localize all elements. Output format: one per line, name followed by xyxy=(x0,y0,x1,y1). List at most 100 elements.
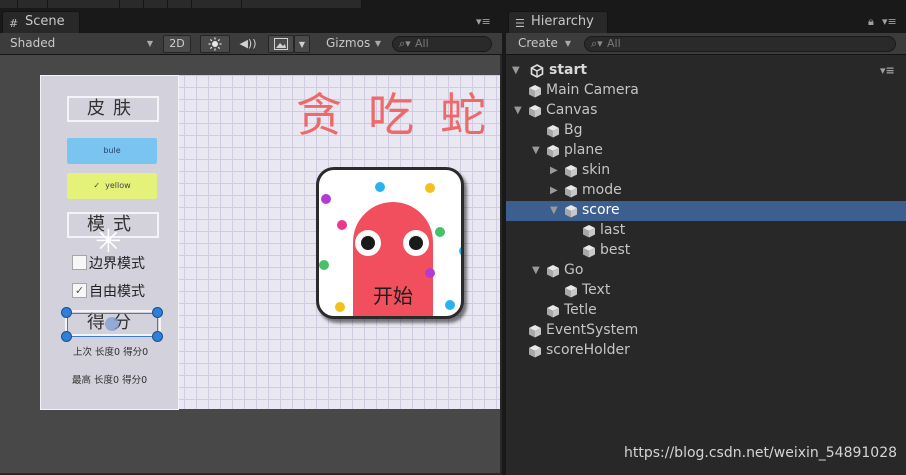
game-title: 贪吃蛇 xyxy=(296,88,500,142)
scene-root-row[interactable]: ▼ start ▾≡ xyxy=(506,61,906,81)
start-button[interactable]: 开始 xyxy=(316,167,464,319)
check-icon: ✓ xyxy=(74,284,85,297)
image-icon xyxy=(274,38,288,50)
blue-skin-button-label: bule xyxy=(103,146,121,155)
gizmos-dropdown[interactable]: Gizmos ▼ xyxy=(320,35,386,53)
hierarchy-row-label: Bg xyxy=(564,122,583,138)
hierarchy-row-label: mode xyxy=(582,182,622,198)
hierarchy-row[interactable]: Tetle xyxy=(506,301,906,321)
rect-handle-bottom-right[interactable] xyxy=(152,331,163,342)
collapse-arrow-icon[interactable]: ▼ xyxy=(550,205,558,216)
effects-toggle[interactable] xyxy=(268,35,294,53)
gameobject-cube-icon xyxy=(529,105,541,118)
hierarchy-row[interactable]: scoreHolder xyxy=(506,341,906,361)
rect-handle-top-left[interactable] xyxy=(61,307,72,318)
hash-grid-icon: # xyxy=(9,17,19,30)
rect-handle-bottom-left[interactable] xyxy=(61,331,72,342)
candy-dot xyxy=(425,183,435,193)
check-icon: ✓ xyxy=(93,181,101,190)
pivot-handle[interactable] xyxy=(105,317,119,331)
hierarchy-row[interactable]: ▼ score xyxy=(506,201,906,221)
hierarchy-tabbar: ☰ Hierarchy 🔒︎ ▾≡ xyxy=(506,8,906,33)
collapse-arrow-icon[interactable]: ▼ xyxy=(532,145,540,156)
hierarchy-row[interactable]: best xyxy=(506,241,906,261)
lighting-toggle[interactable] xyxy=(200,35,230,53)
blue-skin-button[interactable]: bule xyxy=(67,138,157,164)
effects-dropdown[interactable]: ▼ xyxy=(294,35,310,53)
expand-arrow-icon[interactable]: ▶ xyxy=(550,165,558,176)
create-dropdown[interactable]: Create ▼ xyxy=(512,35,576,53)
hierarchy-panel: ☰ Hierarchy 🔒︎ ▾≡ Create ▼ ⌕▾ All ▼ star… xyxy=(506,8,906,475)
gameobject-cube-icon xyxy=(547,265,559,278)
gameobject-cube-icon xyxy=(565,185,577,198)
hierarchy-row-label: Tetle xyxy=(564,302,597,318)
hierarchy-row[interactable]: ▼ Go xyxy=(506,261,906,281)
dropdown-caret-icon: ▼ xyxy=(146,39,153,48)
tab-scene[interactable]: # Scene xyxy=(2,11,80,33)
panel-menu-icon[interactable]: ▾≡ xyxy=(882,15,897,28)
candy-dot xyxy=(425,268,435,278)
scene-search-input[interactable]: ⌕▾ All xyxy=(392,36,492,52)
watermark-text: https://blog.csdn.net/weixin_54891028 xyxy=(624,445,898,461)
hierarchy-row[interactable]: Main Camera xyxy=(506,81,906,101)
hierarchy-row-label: plane xyxy=(564,142,603,158)
hierarchy-row[interactable]: Text xyxy=(506,281,906,301)
hierarchy-row-label: skin xyxy=(582,162,611,178)
border-mode-checkbox[interactable] xyxy=(72,255,87,270)
hierarchy-search-input[interactable]: ⌕▾ All xyxy=(584,36,896,52)
search-icon: ⌕▾ xyxy=(591,37,603,50)
tab-scene-label: Scene xyxy=(25,14,65,29)
free-mode-checkbox[interactable]: ✓ xyxy=(72,283,87,298)
tab-hierarchy[interactable]: ☰ Hierarchy xyxy=(508,11,608,33)
rect-handle-top-right[interactable] xyxy=(152,307,163,318)
gameobject-cube-icon xyxy=(565,165,577,178)
unity-scene-icon xyxy=(530,64,544,78)
lock-icon[interactable]: 🔒︎ xyxy=(868,15,874,29)
dropdown-caret-icon: ▼ xyxy=(298,40,306,49)
hierarchy-row-label: score xyxy=(582,202,620,218)
hierarchy-row-label: Canvas xyxy=(546,102,598,118)
candy-dot xyxy=(337,220,347,230)
hierarchy-row[interactable]: EventSystem xyxy=(506,321,906,341)
last-score-text: 上次 长度0 得分0 xyxy=(73,347,149,358)
gameobject-cube-icon xyxy=(529,345,541,358)
hierarchy-row[interactable]: ▼ Canvas xyxy=(506,101,906,121)
hierarchy-row[interactable]: ▶ mode xyxy=(506,181,906,201)
hierarchy-row[interactable]: ▼ plane xyxy=(506,141,906,161)
gizmos-label: Gizmos xyxy=(326,36,371,50)
shading-mode-dropdown[interactable]: Shaded ▼ xyxy=(4,35,158,53)
snake-eye xyxy=(355,230,381,256)
collapse-arrow-icon[interactable]: ▼ xyxy=(514,105,522,116)
audio-toggle[interactable]: ◀)) xyxy=(234,35,262,53)
mode-2d-toggle[interactable]: 2D xyxy=(163,35,191,53)
gameobject-cube-icon xyxy=(547,145,559,158)
scene-menu-icon[interactable]: ▾≡ xyxy=(880,64,895,77)
candy-dot xyxy=(375,182,385,192)
hierarchy-toolbar: Create ▼ ⌕▾ All xyxy=(506,33,906,55)
start-button-label: 开始 xyxy=(373,284,413,308)
speaker-icon: ◀)) xyxy=(239,37,257,50)
gameobject-cube-icon xyxy=(583,225,595,238)
hierarchy-row[interactable]: last xyxy=(506,221,906,241)
scene-search-placeholder: All xyxy=(415,37,429,50)
yellow-skin-button[interactable]: ✓ yellow xyxy=(67,173,157,199)
hierarchy-row[interactable]: ▶ skin xyxy=(506,161,906,181)
candy-dot xyxy=(459,246,461,256)
free-mode-label: 自由模式 xyxy=(89,284,145,300)
hierarchy-row-label: last xyxy=(600,222,626,238)
panel-menu-icon[interactable]: ▾≡ xyxy=(476,15,491,28)
collapse-arrow-icon[interactable]: ▼ xyxy=(532,265,540,276)
expand-arrow-icon[interactable]: ▼ xyxy=(512,65,520,76)
hierarchy-row[interactable]: Bg xyxy=(506,121,906,141)
tab-hierarchy-label: Hierarchy xyxy=(531,14,594,29)
editor-top-strip xyxy=(0,0,906,8)
dropdown-caret-icon: ▼ xyxy=(374,39,381,48)
candy-dot xyxy=(321,194,331,204)
hierarchy-search-placeholder: All xyxy=(607,37,621,50)
expand-arrow-icon[interactable]: ▶ xyxy=(550,185,558,196)
best-score-text: 最高 长度0 得分0 xyxy=(72,375,148,386)
snake-eye xyxy=(403,230,429,256)
settings-panel: 皮肤 bule ✓ yellow 模式 ✳ 边界模式 ✓ 自由模式 得分 xyxy=(40,75,179,410)
scene-panel: # Scene ▾≡ Shaded ▼ 2D ◀)) ▼ Gizmos ▼ ⌕▾… xyxy=(0,8,502,475)
scene-viewport[interactable]: 皮肤 bule ✓ yellow 模式 ✳ 边界模式 ✓ 自由模式 得分 xyxy=(0,55,500,473)
